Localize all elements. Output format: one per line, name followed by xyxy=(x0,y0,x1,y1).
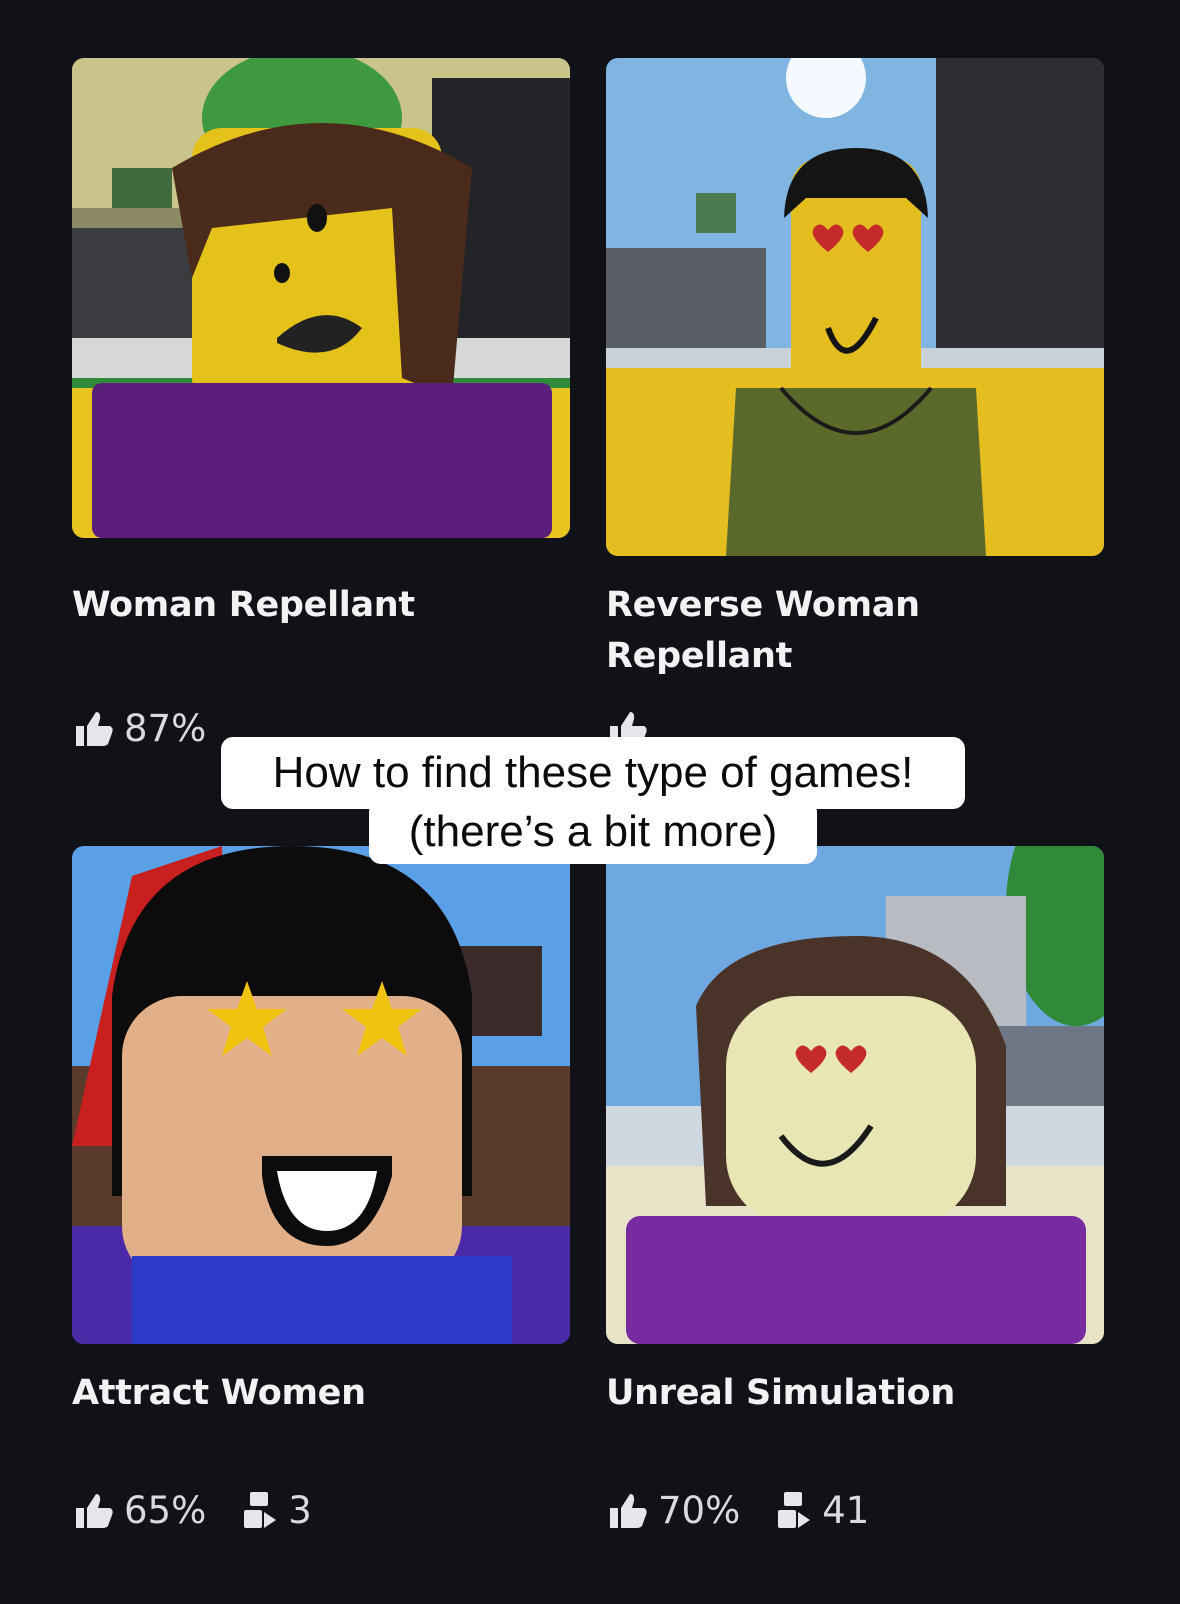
players-value: 3 xyxy=(288,1488,312,1532)
game-title[interactable]: Unreal Simulation xyxy=(606,1368,1104,1419)
caption-line-2: (there’s a bit more) xyxy=(369,800,817,864)
game-card-unreal-simulation[interactable]: Unreal Simulation 70% 41 xyxy=(606,846,1104,1546)
game-card-woman-repellant[interactable]: Woman Repellant 87% xyxy=(72,58,570,778)
players-value: 41 xyxy=(822,1488,870,1532)
players-stat: 41 xyxy=(770,1488,869,1532)
caption-line-1: How to find these type of games! xyxy=(221,737,965,809)
game-thumbnail[interactable] xyxy=(72,846,570,1344)
game-thumbnail[interactable] xyxy=(606,846,1104,1344)
game-stats: 65% 3 xyxy=(72,1488,342,1532)
thumbs-up-icon xyxy=(610,1494,647,1528)
players-icon xyxy=(778,1492,811,1528)
game-title[interactable]: Woman Repellant xyxy=(72,580,570,631)
game-card-attract-women[interactable]: Attract Women 65% 3 xyxy=(72,846,570,1546)
players-icon xyxy=(244,1492,277,1528)
rating-stat: 87% xyxy=(72,706,206,750)
rating-value: 65% xyxy=(124,1488,207,1532)
players-stat: 3 xyxy=(236,1488,312,1532)
game-stats: 70% 41 xyxy=(606,1488,899,1532)
rating-value: 70% xyxy=(658,1488,741,1532)
game-thumbnail[interactable] xyxy=(606,58,1104,556)
rating-stat: 65% xyxy=(72,1488,206,1532)
game-card-reverse-woman-repellant[interactable]: Reverse Woman Repellant xyxy=(606,58,1104,778)
thumbs-up-icon xyxy=(76,712,113,746)
game-stats: 87% xyxy=(72,706,236,750)
game-thumbnail[interactable] xyxy=(72,58,570,538)
rating-stat: 70% xyxy=(606,1488,740,1532)
game-title[interactable]: Attract Women xyxy=(72,1368,570,1419)
thumbs-up-icon xyxy=(76,1494,113,1528)
game-title[interactable]: Reverse Woman Repellant xyxy=(606,580,1104,682)
rating-value: 87% xyxy=(124,706,207,750)
